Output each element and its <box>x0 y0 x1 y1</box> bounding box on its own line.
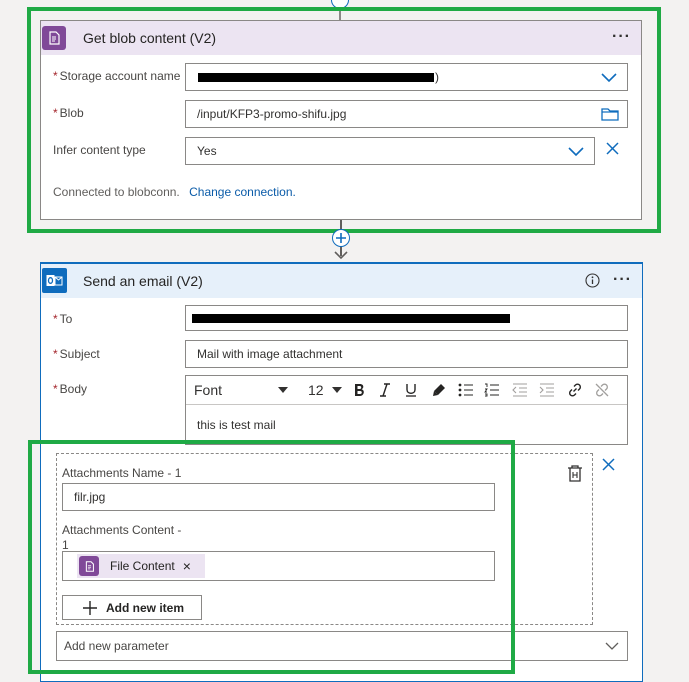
storage-account-dropdown[interactable]: ) <box>185 63 628 91</box>
bold-button[interactable] <box>348 376 370 404</box>
attachments-name-label: Attachments Name - 1 <box>62 466 182 480</box>
arrow-down-icon <box>334 251 348 260</box>
infer-content-type-value: Yes <box>197 144 217 158</box>
token-remove-button[interactable]: × <box>183 558 191 574</box>
blob-label: * Blob <box>53 106 84 120</box>
body-label: * Body <box>53 382 88 396</box>
required-marker: * <box>53 106 58 120</box>
infer-content-type-label: Infer content type <box>53 143 146 157</box>
change-connection-link[interactable]: Change connection. <box>189 185 296 199</box>
to-label: * To <box>53 312 73 326</box>
connected-text: Connected to blobconn. <box>53 185 180 199</box>
bullet-list-icon <box>458 383 473 397</box>
numbered-list-button[interactable] <box>480 376 504 404</box>
plus-icon <box>83 600 97 615</box>
caret-down-icon <box>278 387 288 393</box>
caret-down-icon <box>332 387 342 393</box>
redacted-value <box>192 314 510 323</box>
subject-value: Mail with image attachment <box>197 347 343 361</box>
infer-content-type-dropdown[interactable]: Yes <box>185 137 595 165</box>
blob-action-title: Get blob content (V2) <box>83 30 217 46</box>
storage-account-label: * Storage account name <box>53 69 181 83</box>
email-more-button[interactable]: ··· <box>613 271 632 289</box>
add-new-parameter-dropdown[interactable]: Add new parameter <box>56 631 628 661</box>
remove-link-button[interactable] <box>590 376 614 404</box>
required-marker: * <box>53 69 58 83</box>
required-marker: * <box>53 382 58 396</box>
chevron-down-icon[interactable] <box>568 147 584 157</box>
font-family-dropdown[interactable]: Font <box>186 376 296 404</box>
token-label: File Content <box>110 559 175 573</box>
required-marker: * <box>53 347 58 361</box>
blob-more-button[interactable]: ··· <box>612 28 631 46</box>
underline-icon <box>406 384 416 397</box>
plus-icon <box>336 233 346 243</box>
indent-icon <box>539 383 554 397</box>
connection-info: Connected to blobconn. Change connection… <box>53 185 296 199</box>
unlink-icon <box>595 383 609 397</box>
attachments-content-label: Attachments Content - 1 <box>62 523 182 552</box>
close-icon[interactable] <box>602 458 615 471</box>
chevron-down-icon <box>605 642 619 650</box>
font-size-dropdown[interactable]: 12 <box>302 376 344 404</box>
add-step-button-top[interactable] <box>331 0 349 9</box>
blob-storage-icon <box>42 26 66 50</box>
subject-input[interactable]: Mail with image attachment <box>185 340 628 368</box>
blob-action-card: Get blob content (V2) ··· * Storage accou… <box>40 20 642 220</box>
blob-path-value: /input/KFP3-promo-shifu.jpg <box>197 107 347 121</box>
insert-link-button[interactable] <box>563 376 587 404</box>
body-editor[interactable]: Font 12 this is test mail <box>185 375 628 445</box>
info-icon[interactable] <box>585 273 600 288</box>
underline-button[interactable] <box>400 376 422 404</box>
close-icon[interactable] <box>606 142 619 155</box>
blob-storage-icon <box>79 556 99 576</box>
attachments-name-input[interactable]: filr.jpg <box>62 483 495 511</box>
italic-icon <box>380 383 390 397</box>
body-text[interactable]: this is test mail <box>197 418 276 432</box>
blob-action-header[interactable]: Get blob content (V2) ··· <box>41 21 641 55</box>
dynamic-content-token[interactable]: File Content × <box>77 554 205 578</box>
email-action-header[interactable]: Send an email (V2) ··· <box>41 264 642 298</box>
storage-account-suffix: ) <box>435 70 439 84</box>
bulleted-list-button[interactable] <box>454 376 478 404</box>
to-input[interactable] <box>185 305 628 331</box>
add-new-item-button[interactable]: Add new item <box>62 595 202 620</box>
folder-icon[interactable] <box>601 107 619 121</box>
italic-button[interactable] <box>374 376 396 404</box>
attachments-content-input[interactable]: File Content × <box>62 551 495 581</box>
required-marker: * <box>53 312 58 326</box>
decrease-indent-button[interactable] <box>508 376 532 404</box>
email-action-title: Send an email (V2) <box>83 273 203 289</box>
outlook-icon <box>42 268 67 293</box>
body-toolbar: Font 12 <box>186 376 627 405</box>
attachment-group: Attachments Name - 1 filr.jpg Attachment… <box>56 453 593 625</box>
attachments-name-value: filr.jpg <box>74 490 106 504</box>
numbered-list-icon <box>484 383 499 397</box>
email-action-card: Send an email (V2) ··· * To * Subject Mail… <box>40 262 643 682</box>
subject-label: * Subject <box>53 347 100 361</box>
bold-icon <box>355 384 364 396</box>
blob-path-input[interactable]: /input/KFP3-promo-shifu.jpg <box>185 100 628 128</box>
highlight-color-button[interactable] <box>428 376 450 404</box>
increase-indent-button[interactable] <box>535 376 559 404</box>
add-step-button[interactable] <box>332 229 350 247</box>
delete-attachment-icon[interactable] <box>566 465 584 483</box>
link-icon <box>568 383 582 397</box>
highlighter-icon <box>433 384 445 396</box>
redacted-value <box>198 73 434 82</box>
outdent-icon <box>512 383 527 397</box>
chevron-down-icon[interactable] <box>601 73 617 83</box>
